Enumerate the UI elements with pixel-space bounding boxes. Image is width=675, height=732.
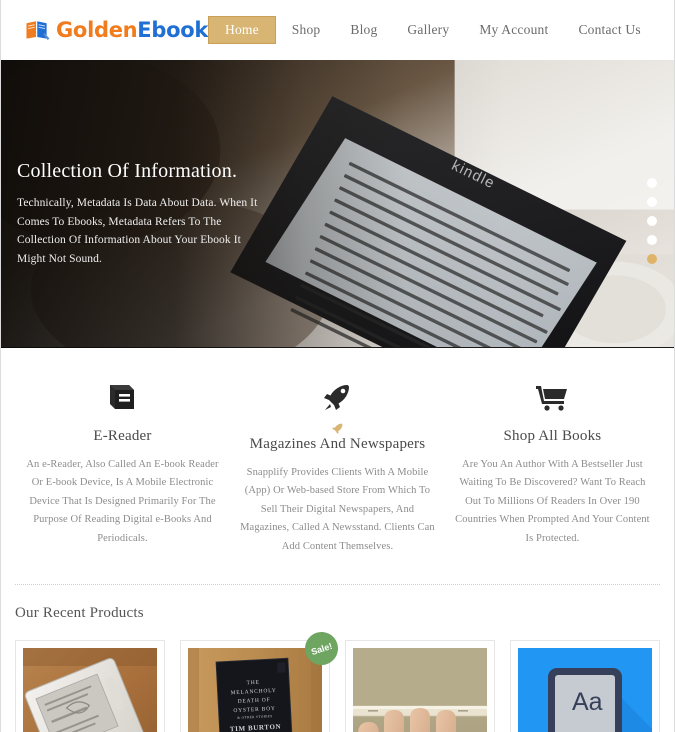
site-header: GoldenEbook Home Shop Blog Gallery My Ac… [1, 0, 674, 60]
book-icon [25, 376, 220, 418]
feature-shop-all-books: Shop All Books Are You An Author With A … [445, 376, 660, 556]
product-card-4[interactable]: Aa [510, 639, 660, 732]
nav-item-gallery[interactable]: Gallery [393, 16, 463, 44]
feature-description-magazines: Snapplify Provides Clients With A Mobile… [240, 467, 435, 552]
open-book-icon [25, 20, 51, 40]
hero-title: Collection Of Information. [17, 160, 238, 182]
logo-text: GoldenEbook [56, 17, 208, 42]
feature-title-shop-all-books: Shop All Books [503, 428, 602, 444]
nav-item-shop[interactable]: Shop [278, 16, 335, 44]
slider-dot-4[interactable] [647, 235, 657, 245]
svg-text:TIM BURTON: TIM BURTON [230, 723, 282, 732]
product-card-3[interactable] [345, 639, 495, 732]
hero-description: Technically, Metadata Is Data About Data… [17, 197, 258, 265]
recent-products-section: Our Recent Products Sale! THE MELANCHOLY… [1, 585, 674, 732]
features-section: E-Reader An e-Reader, Also Called An E-b… [1, 348, 674, 566]
feature-description-shop-all-books: Are You An Author With A Bestseller Just… [455, 459, 650, 544]
page-root: GoldenEbook Home Shop Blog Gallery My Ac… [0, 0, 675, 732]
slider-dot-2[interactable] [647, 197, 657, 207]
products-grid: Sale! THE MELANCHOLY DEATH OF OYSTER BOY… [15, 627, 660, 732]
slider-dot-1[interactable] [647, 178, 657, 188]
recent-products-heading: Our Recent Products [15, 604, 144, 621]
product-image-oyster-boy-book: THE MELANCHOLY DEATH OF OYSTER BOY & OTH… [188, 647, 322, 732]
feature-magazines-newspapers: Magazines And Newspapers Snapplify Provi… [230, 376, 445, 556]
feature-e-reader: E-Reader An e-Reader, Also Called An E-b… [15, 376, 230, 556]
feature-title-e-reader: E-Reader [93, 428, 152, 444]
nav-item-contact-us[interactable]: Contact Us [564, 16, 654, 44]
hero-slider-dots [647, 178, 657, 264]
shopping-cart-icon [455, 376, 650, 418]
feature-title-magazines: Magazines And Newspapers [249, 436, 426, 452]
nav-item-my-account[interactable]: My Account [465, 16, 562, 44]
feature-description-e-reader: An e-Reader, Also Called An E-book Reade… [26, 459, 219, 544]
rocket-accent-icon [240, 420, 435, 436]
logo-text-golden: Golden [56, 17, 138, 42]
slider-dot-5[interactable] [647, 254, 657, 264]
product-image-tablet-aa-icon: Aa [518, 647, 652, 732]
logo-text-ebook: Ebook [137, 17, 208, 42]
hero-text-block: Collection Of Information. Technically, … [17, 160, 267, 269]
site-logo[interactable]: GoldenEbook [25, 17, 208, 42]
svg-text:THE: THE [246, 680, 259, 687]
slider-dot-3[interactable] [647, 216, 657, 226]
rocket-icon [240, 376, 435, 418]
main-navigation: Home Shop Blog Gallery My Account Contac… [208, 16, 655, 44]
product-image-kindle-ereader [23, 647, 157, 732]
product-card-2[interactable]: Sale! THE MELANCHOLY DEATH OF OYSTER BOY… [180, 627, 343, 732]
nav-item-home[interactable]: Home [208, 16, 276, 44]
tablet-aa-label: Aa [572, 688, 603, 716]
hero-slider: kindle Collection Of Information. Techni… [1, 60, 674, 348]
nav-item-blog[interactable]: Blog [336, 16, 391, 44]
product-image-hand-holding-tablet [353, 647, 487, 732]
product-card-1[interactable] [15, 639, 165, 732]
